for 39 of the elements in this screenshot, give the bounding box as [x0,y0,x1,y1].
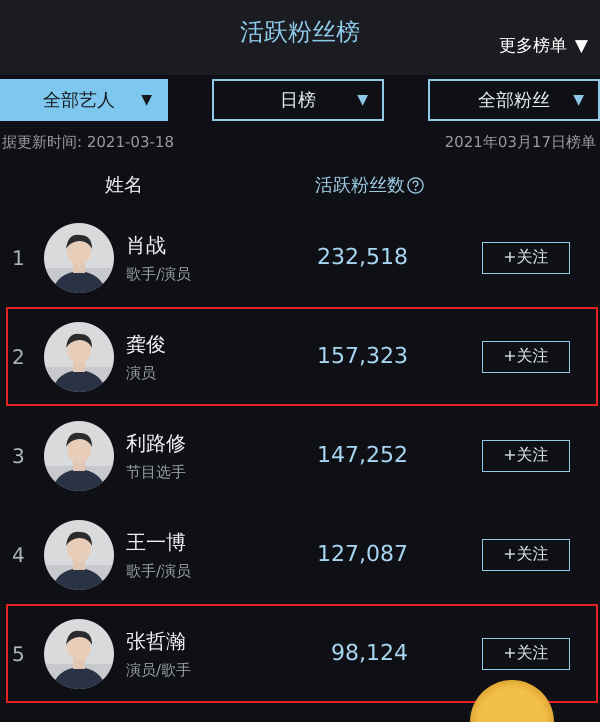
artist-role: 节目选手 [126,462,187,482]
follow-button[interactable]: +关注 [482,242,570,274]
column-header: 姓名 [105,173,143,198]
fan-count: 147,252 [316,443,408,468]
filter-dropdown[interactable]: 全部艺人 ▼ [0,79,168,121]
page-title: 活跃粉丝榜 [240,17,360,48]
artist-role: 歌手/演员 [126,562,192,580]
artist-name: 利路修 [126,430,187,456]
fan-count: 127,087 [316,542,408,567]
column-header: 活跃粉丝数 [315,174,405,197]
artist-role: 演员 [126,364,157,382]
filter-dropdown[interactable]: 全部粉丝 ▼ [428,79,600,121]
filter-dropdown[interactable]: 日榜 ▼ [212,79,384,121]
artist-name: 龚俊 [126,330,167,358]
follow-button[interactable]: +关注 [482,340,570,372]
more-lists-menu[interactable]: 更多榜单 ▼ [498,34,588,57]
follow-button[interactable]: +关注 [482,440,570,472]
follow-button[interactable]: +关注 [482,538,570,570]
rank-number: 1 [11,246,26,270]
rank-number: 4 [11,542,26,566]
update-time: 据更新时间: 2021-03-18 [2,133,174,152]
fan-count: 157,323 [316,344,408,369]
list-date: 2021年03月17日榜单 [444,133,596,152]
help-icon[interactable] [407,176,424,194]
fan-count: 232,518 [316,245,408,270]
follow-button[interactable]: +关注 [482,638,570,670]
rank-number: 2 [11,344,26,368]
rank-number: 3 [11,444,26,468]
caret-icon: ▼ [573,92,584,108]
artist-role: 演员/歌手 [126,660,192,680]
caret-icon: ▼ [574,36,588,56]
rank-number: 5 [11,642,26,666]
fan-count: 98,124 [330,641,408,666]
artist-role: 歌手/演员 [126,264,192,284]
caret-icon: ▼ [357,92,368,108]
artist-name: 王一博 [126,528,187,556]
artist-name: 肖战 [126,232,167,258]
artist-name: 张哲瀚 [126,628,187,654]
caret-icon: ▼ [141,92,152,108]
